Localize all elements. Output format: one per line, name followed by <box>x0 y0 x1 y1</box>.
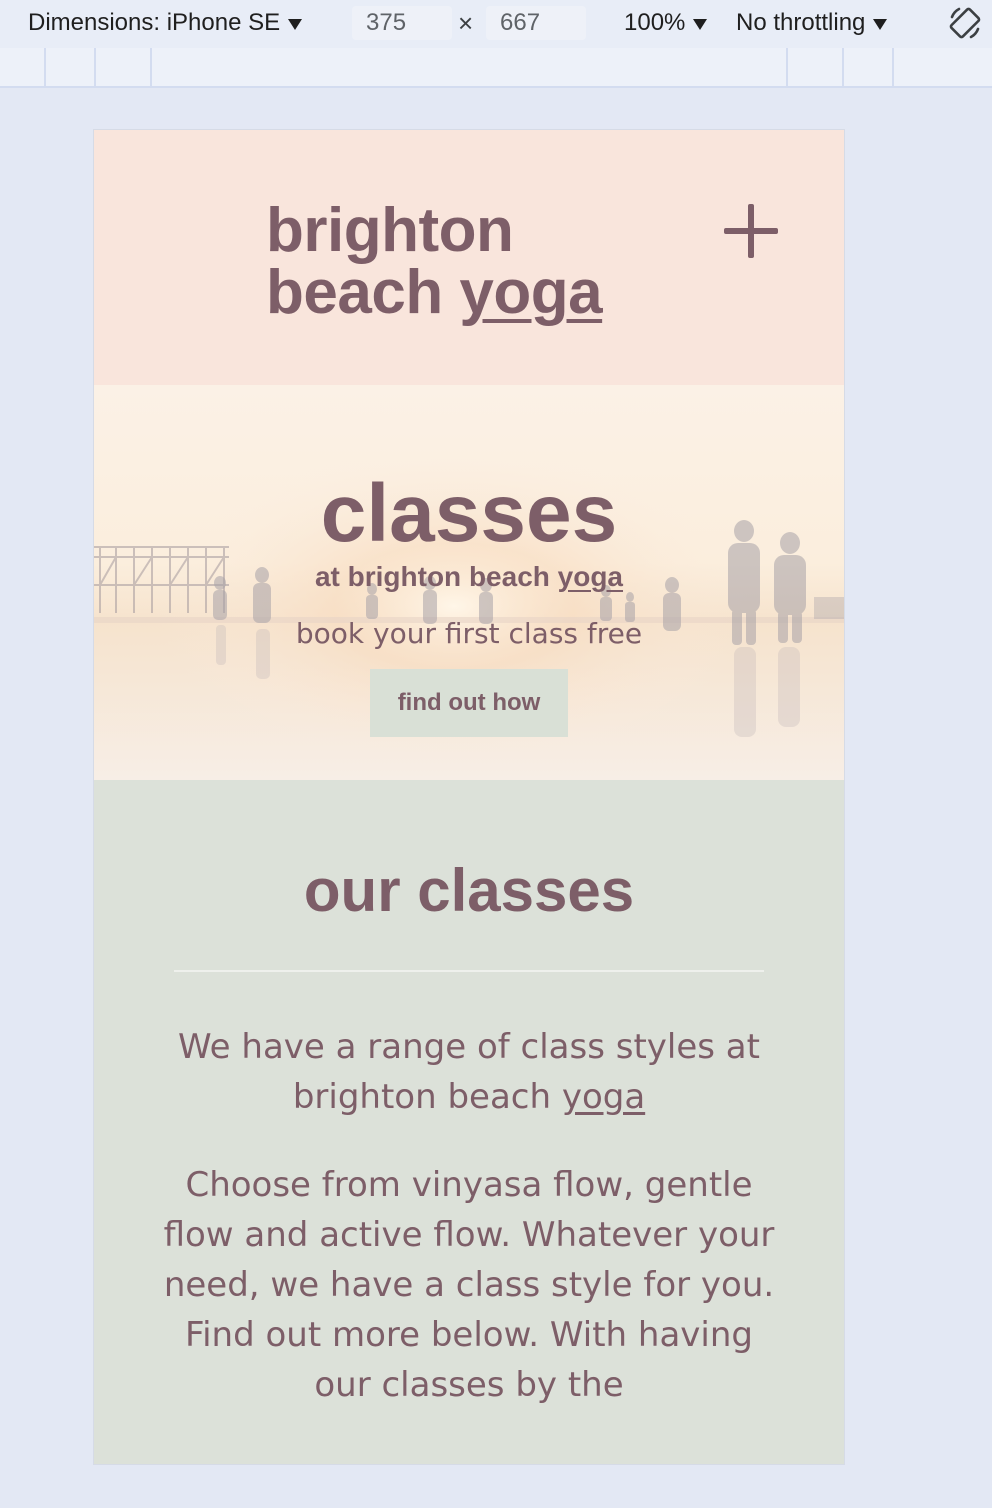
devtools-toolbar: Dimensions: iPhone SE 375 × 667 100% No … <box>0 0 992 48</box>
hero-section: classes at brighton beach yoga book your… <box>94 385 844 780</box>
throttling-label: No throttling <box>736 9 866 36</box>
dimensions-label: Dimensions: iPhone SE <box>28 9 281 36</box>
ruler-segment[interactable] <box>44 48 46 86</box>
site-header: brighton beach yoga <box>94 130 844 385</box>
height-input[interactable]: 667 <box>486 6 586 40</box>
divider <box>174 970 764 972</box>
chevron-down-icon <box>693 18 708 30</box>
ruler-segment[interactable] <box>94 48 96 86</box>
device-viewport: brighton beach yoga classes at brighton … <box>94 130 844 1464</box>
times-separator: × <box>458 8 474 38</box>
media-query-ruler <box>0 48 992 88</box>
intro-paragraph: We have a range of class styles at brigh… <box>178 1027 760 1117</box>
ruler-segment[interactable] <box>150 48 152 86</box>
hero-subtitle: at brighton beach yoga <box>314 561 624 592</box>
dimensions-dropdown[interactable]: Dimensions: iPhone SE <box>28 9 303 37</box>
our-classes-section: our classes We have a range of class sty… <box>94 780 844 1464</box>
ruler-segment[interactable] <box>842 48 844 86</box>
zoom-dropdown[interactable]: 100% <box>624 9 708 37</box>
hero-title: classes <box>320 468 618 559</box>
section-title: our classes <box>303 857 635 924</box>
chevron-down-icon <box>873 18 888 30</box>
site-logo[interactable]: brighton beach yoga <box>266 196 603 327</box>
logo-line-2: beach yoga <box>266 258 603 327</box>
menu-toggle-plus-icon[interactable] <box>724 204 778 258</box>
width-input[interactable]: 375 <box>352 6 452 40</box>
logo-line-1: brighton <box>266 196 514 265</box>
chevron-down-icon <box>288 18 303 30</box>
ruler-segment[interactable] <box>892 48 894 86</box>
find-out-how-button[interactable]: find out how <box>370 669 568 737</box>
description-paragraph: Choose from vinyasa flow, gentle flow an… <box>163 1165 775 1405</box>
zoom-label: 100% <box>624 9 686 36</box>
ruler-segment[interactable] <box>786 48 788 86</box>
rotate-icon[interactable] <box>946 4 984 42</box>
throttling-dropdown[interactable]: No throttling <box>736 9 888 37</box>
hero-tagline: book your first class free <box>295 617 643 650</box>
